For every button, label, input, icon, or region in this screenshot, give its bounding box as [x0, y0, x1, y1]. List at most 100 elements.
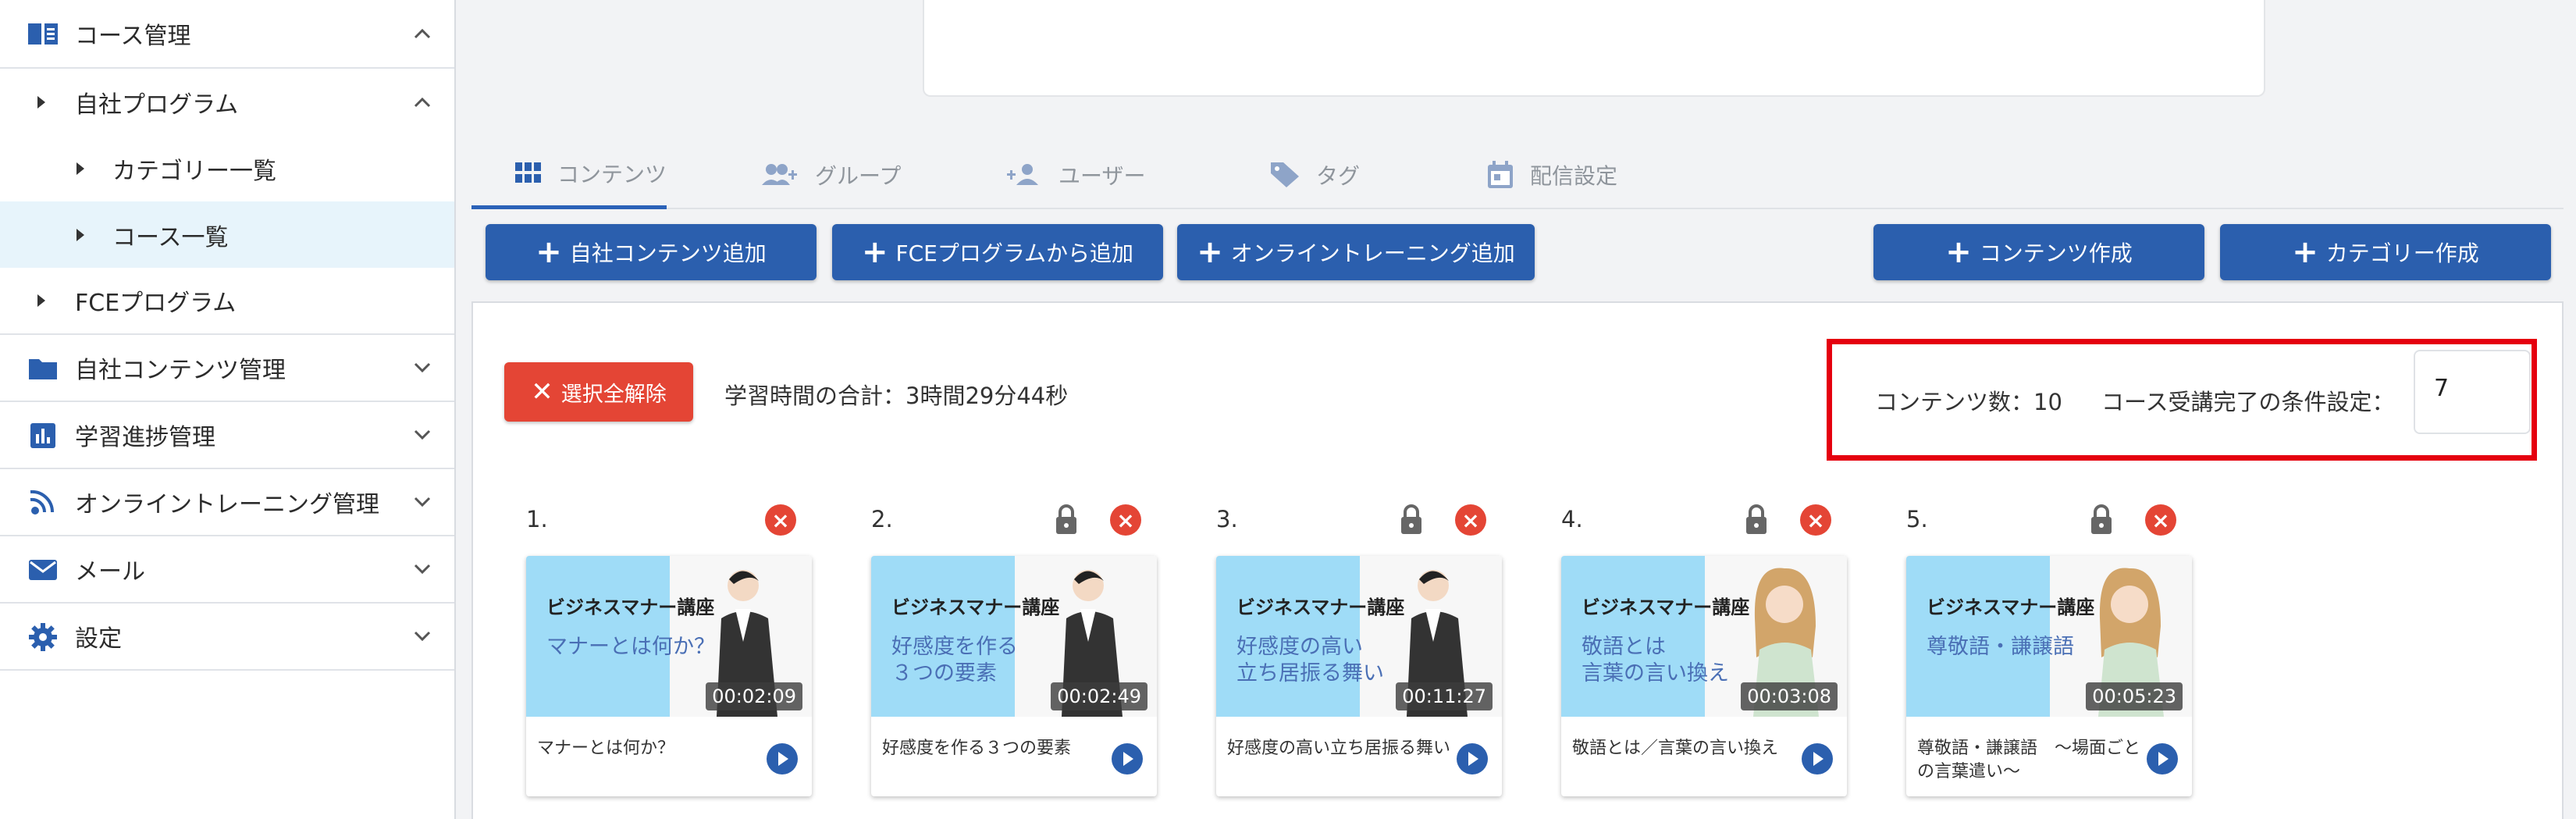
thumbnail-subtitle: 好感度の高い 立ち居振る舞い: [1236, 635, 1384, 685]
thumbnail-subtitle: 好感度を作る ３つの要素: [891, 635, 1018, 685]
sidebar: コース管理 自社プログラム カテゴリー一覧 コース一覧 FCEプログラム 自社コ…: [0, 0, 456, 819]
signal-icon: [27, 486, 59, 519]
sidebar-item-own-content-mgmt[interactable]: 自社コンテンツ管理: [0, 335, 454, 402]
sidebar-item-course-mgmt[interactable]: コース管理: [0, 0, 454, 69]
add-online-training-button[interactable]: + オンライントレーニング追加: [1177, 224, 1535, 280]
card-title: 好感度の高い立ち居振る舞い: [1227, 739, 1451, 758]
mail-icon: [27, 554, 59, 586]
content-card[interactable]: ビジネスマナー講座 好感度の高い 立ち居振る舞い 00:11:27 好感度の高い…: [1216, 556, 1502, 796]
plus-icon: +: [2292, 234, 2318, 270]
chevron-down-icon: [412, 425, 432, 445]
tag-icon: [1271, 162, 1299, 187]
sidebar-item-label: 設定: [75, 625, 122, 653]
sidebar-item-label: コース一覧: [112, 223, 229, 251]
duration-badge: 00:02:09: [706, 682, 802, 710]
tab-tags[interactable]: タグ: [1269, 141, 1360, 209]
remove-icon[interactable]: ×: [1455, 504, 1486, 536]
create-category-button[interactable]: + カテゴリー作成: [2220, 224, 2551, 280]
card-title: 尊敬語・謙譲語 〜場面ごとの言葉遣い〜: [1917, 739, 2141, 782]
card-title: 好感度を作る３つの要素: [882, 739, 1072, 758]
play-icon[interactable]: [767, 743, 798, 774]
thumbnail-subtitle: 尊敬語・謙譲語: [1927, 635, 2074, 659]
tab-label: グループ: [815, 163, 902, 189]
lock-icon[interactable]: [1744, 504, 1769, 536]
sidebar-item-settings[interactable]: 設定: [0, 604, 454, 671]
sidebar-item-online-training-mgmt[interactable]: オンライントレーニング管理: [0, 469, 454, 536]
clear-selection-button[interactable]: ✕ 選択全解除: [504, 362, 693, 422]
lock-icon[interactable]: [1399, 504, 1424, 536]
create-content-button[interactable]: + コンテンツ作成: [1873, 224, 2204, 280]
calendar-icon: [1488, 161, 1513, 188]
add-own-content-button[interactable]: + 自社コンテンツ追加: [486, 224, 817, 280]
thumbnail: ビジネスマナー講座 好感度の高い 立ち居振る舞い 00:11:27: [1216, 556, 1502, 717]
content-card[interactable]: ビジネスマナー講座 好感度を作る ３つの要素 00:02:49 好感度を作る３つ…: [871, 556, 1157, 796]
grid-icon: [515, 162, 541, 183]
tab-users[interactable]: ユーザー: [1005, 141, 1145, 209]
tab-delivery-settings[interactable]: 配信設定: [1486, 141, 1617, 209]
sidebar-item-label: 自社コンテンツ管理: [75, 357, 286, 384]
thumbnail: ビジネスマナー講座 好感度を作る ３つの要素 00:02:49: [871, 556, 1157, 717]
caret-right-icon: [37, 294, 45, 307]
tab-label: ユーザー: [1059, 163, 1146, 189]
completion-condition-input[interactable]: 7: [2414, 350, 2531, 434]
plus-icon: +: [861, 234, 888, 270]
chevron-down-icon: [412, 358, 432, 378]
thumbnail-brand: ビジネスマナー講座: [1236, 596, 1405, 618]
sidebar-item-label: オンライントレーニング管理: [75, 491, 379, 518]
folder-icon: [27, 352, 59, 385]
lock-icon[interactable]: [1054, 504, 1079, 536]
tab-groups[interactable]: グループ: [762, 141, 901, 209]
content-card[interactable]: ビジネスマナー講座 尊敬語・謙譲語 00:05:23 尊敬語・謙譲語 〜場面ごと…: [1906, 556, 2192, 796]
course-detail-card: [923, 0, 2265, 97]
sidebar-item-label: カテゴリー一覧: [112, 157, 276, 185]
sidebar-item-progress-mgmt[interactable]: 学習進捗管理: [0, 402, 454, 469]
thumbnail-subtitle: 敬語とは 言葉の言い換え: [1582, 635, 1729, 685]
close-icon: ✕: [531, 376, 553, 408]
tab-bar: コンテンツ グループ ユーザー タグ 配信設定: [471, 141, 2564, 209]
sidebar-item-own-program[interactable]: 自社プログラム: [0, 69, 454, 135]
content-card[interactable]: ビジネスマナー講座 敬語とは 言葉の言い換え 00:03:08 敬語とは／言葉の…: [1561, 556, 1847, 796]
contents-panel: ✕ 選択全解除 学習時間の合計：3時間29分44秒 コンテンツ数：10 コース受…: [471, 301, 2564, 819]
card-title: 敬語とは／言葉の言い換え: [1572, 739, 1779, 758]
caret-right-icon: [76, 162, 84, 175]
remove-icon[interactable]: ×: [1110, 504, 1141, 536]
caret-right-icon: [37, 95, 45, 109]
thumbnail-brand: ビジネスマナー講座: [546, 596, 715, 618]
book-icon: [27, 18, 59, 51]
sidebar-item-course-list[interactable]: コース一覧: [0, 201, 454, 268]
play-icon[interactable]: [1802, 743, 1833, 774]
remove-icon[interactable]: ×: [765, 504, 796, 536]
sidebar-item-label: コース管理: [75, 23, 191, 50]
button-label: 自社コンテンツ追加: [569, 240, 767, 266]
sidebar-item-fce-program[interactable]: FCEプログラム: [0, 268, 454, 335]
card-number: 4.: [1561, 506, 1583, 532]
card-number: 2.: [871, 506, 893, 532]
sidebar-item-mail[interactable]: メール: [0, 536, 454, 604]
caret-right-icon: [76, 228, 84, 241]
button-label: カテゴリー作成: [2325, 240, 2479, 266]
tab-label: タグ: [1316, 163, 1361, 189]
thumbnail-subtitle: マナーとは何か？: [546, 635, 715, 659]
remove-icon[interactable]: ×: [2145, 504, 2176, 536]
tab-contents[interactable]: コンテンツ: [471, 141, 667, 209]
content-card[interactable]: ビジネスマナー講座 マナーとは何か？ 00:02:09 マナーとは何か？: [526, 556, 812, 796]
card-number: 5.: [1906, 506, 1928, 532]
card-number: 3.: [1216, 506, 1238, 532]
content-count: コンテンツ数：10: [1875, 389, 2062, 415]
thumbnail-brand: ビジネスマナー講座: [1927, 596, 2095, 618]
chevron-up-icon: [412, 23, 432, 44]
button-label: オンライントレーニング追加: [1230, 240, 1515, 266]
user-add-icon: [1007, 164, 1038, 185]
play-icon[interactable]: [2147, 743, 2178, 774]
remove-icon[interactable]: ×: [1800, 504, 1831, 536]
chevron-down-icon: [412, 626, 432, 646]
lock-icon[interactable]: [2089, 504, 2114, 536]
duration-badge: 00:05:23: [2086, 682, 2183, 710]
play-icon[interactable]: [1112, 743, 1143, 774]
plus-icon: +: [1197, 234, 1223, 270]
play-icon[interactable]: [1457, 743, 1488, 774]
group-add-icon: [762, 164, 797, 185]
sidebar-item-category-list[interactable]: カテゴリー一覧: [0, 135, 454, 201]
add-from-fce-button[interactable]: + FCEプログラムから追加: [832, 224, 1163, 280]
sidebar-item-label: 学習進捗管理: [75, 424, 215, 451]
